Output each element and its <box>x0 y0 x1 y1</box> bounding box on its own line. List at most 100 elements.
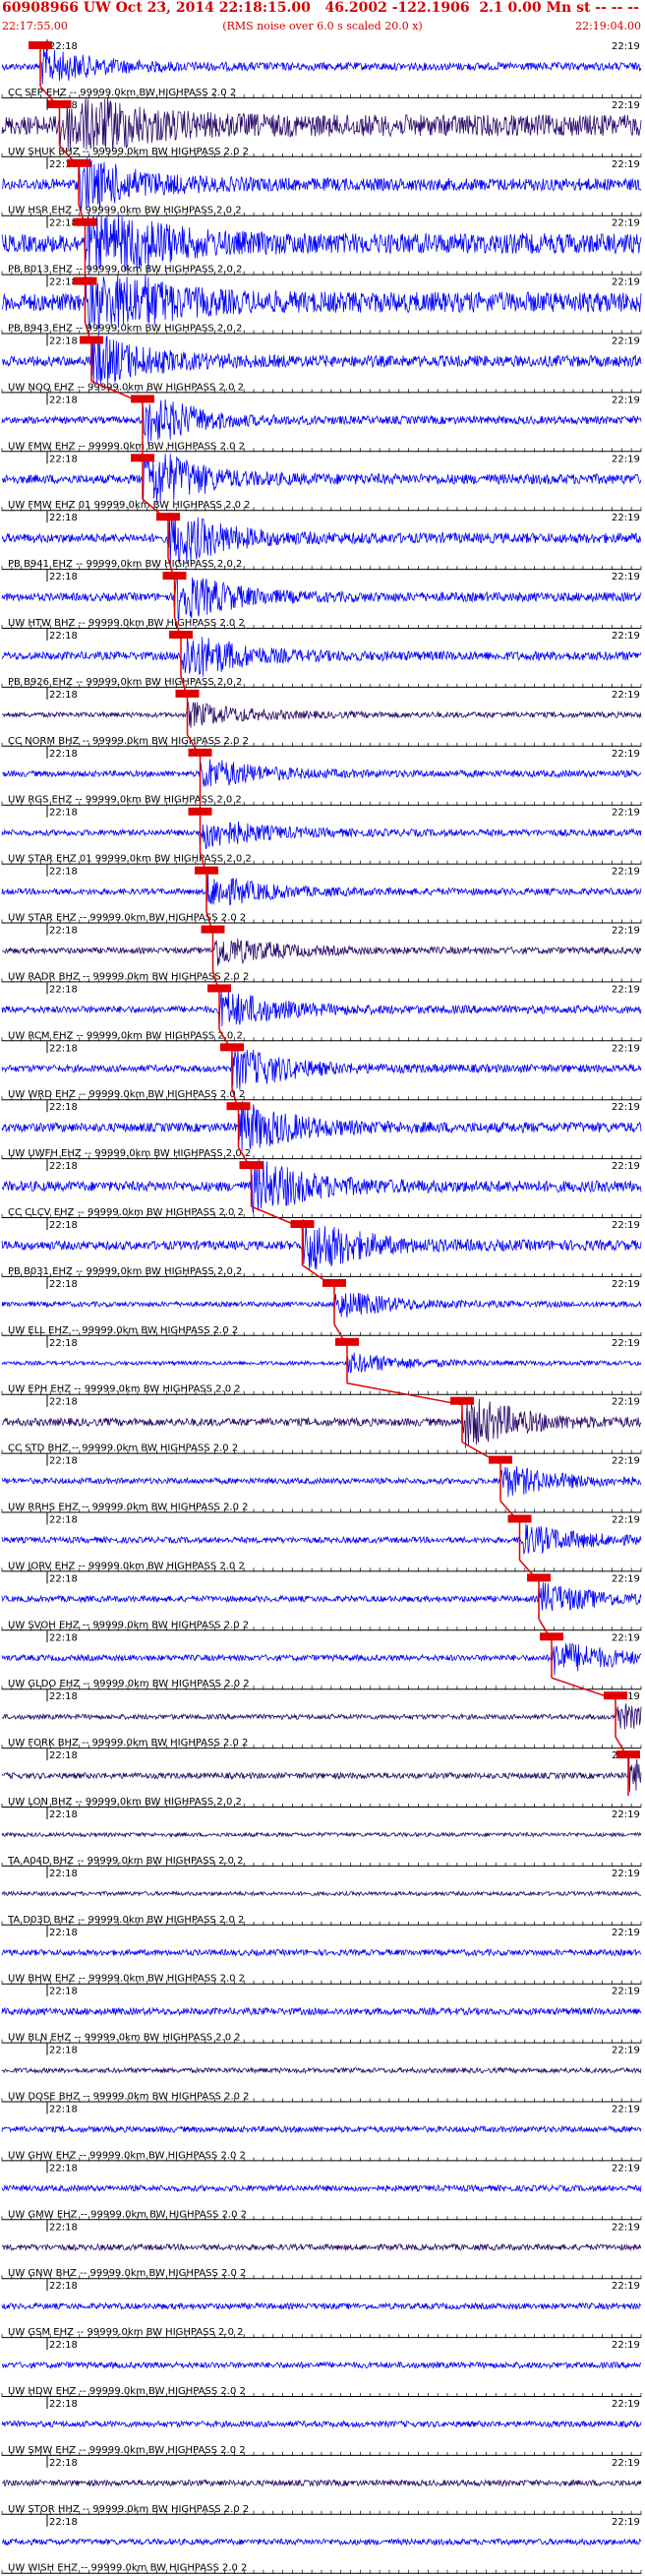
station-label: CC NORM BHZ -- 99999.0km BW HIGHPASS 2.0… <box>8 736 249 747</box>
minute-label: 22:19 <box>612 2340 640 2351</box>
station-label: UW DOSE BHZ -- 99999.0km BW HIGHPASS 2.0… <box>8 2092 250 2103</box>
minute-label: 22:18 <box>49 395 78 405</box>
station-label: UW FMW EHZ 01 99999.0km BW HIGHPASS 2.0 … <box>8 500 251 511</box>
minute-label: 22:18 <box>49 513 78 523</box>
station-label: UW FORK BHZ -- 99999.0km BW HIGHPASS 2.0… <box>8 1738 248 1748</box>
plot-header: 60908966 UW Oct 23, 2014 22:18:15.00 46.… <box>0 0 645 39</box>
minute-label: 22:19 <box>612 2105 640 2116</box>
minute-label: 22:18 <box>49 2340 78 2351</box>
event-title: 60908966 UW Oct 23, 2014 22:18:15.00 46.… <box>2 0 645 16</box>
waveform <box>1 1398 642 1448</box>
station-label: UW RCM EHZ -- 99999.0km BW HIGHPASS 2.0 … <box>8 1030 243 1041</box>
station-label: UW RRHS EHZ -- 99999.0km BW HIGHPASS 2.0… <box>8 1503 249 1513</box>
minute-label: 22:18 <box>49 631 78 642</box>
minute-label: 22:19 <box>612 277 640 288</box>
station-label: UW JORV EHZ -- 99999.0km BW HIGHPASS 2.0… <box>8 1561 245 1571</box>
minute-label: 22:19 <box>612 2222 640 2233</box>
end-time: 22:19:04.00 <box>575 20 641 32</box>
station-label: UW SVOH EHZ -- 99999.0km BW HIGHPASS 2.0… <box>8 1620 249 1630</box>
minute-label: 22:18 <box>49 41 78 52</box>
waveform <box>1 2420 642 2429</box>
minute-label: 22:19 <box>612 631 640 642</box>
waveform <box>1 873 642 906</box>
waveform <box>1 215 642 272</box>
minute-label: 22:19 <box>612 41 640 52</box>
waveform <box>1 2066 642 2075</box>
minute-label: 22:18 <box>49 2046 78 2056</box>
minute-label: 22:19 <box>612 1102 640 1113</box>
waveform <box>1 759 642 787</box>
station-label: UW WISH EHZ -- 99999.0km BW HIGHPASS 2.0… <box>8 2563 247 2574</box>
waveform <box>1 821 642 850</box>
station-label: TA A04D BHZ -- 99999.0km BW HIGHPASS 2.0… <box>7 1856 244 1867</box>
minute-label: 22:18 <box>49 2517 78 2528</box>
minute-label: 22:19 <box>612 926 640 937</box>
waveform <box>1 1101 642 1151</box>
minute-label: 22:18 <box>49 1161 78 1172</box>
waveform <box>1 1466 642 1498</box>
minute-label: 22:18 <box>49 1397 78 1408</box>
station-label: UW EPH EHZ -- 99999.0km BW HIGHPASS 2.0 … <box>8 1384 241 1395</box>
waveform <box>1 157 642 213</box>
minute-label: 22:19 <box>612 1928 640 1938</box>
station-label: UW LON BHZ -- 99999.0km BW HIGHPASS 2.0 … <box>8 1797 242 1808</box>
station-label: UW WRD EHZ -- 99999.0km BW HIGHPASS 2.0 … <box>8 1089 245 1100</box>
minute-label: 22:19 <box>612 1809 640 1820</box>
station-label: TA D03D BHZ -- 99999.0km BW HIGHPASS 2.0… <box>7 1915 244 1926</box>
station-label: UW GMW EHZ -- 99999.0km BW HIGHPASS 2.0 … <box>8 2209 247 2220</box>
waveform <box>1 1159 642 1214</box>
station-label: UW HTW BHZ -- 99999.0km BW HIGHPASS 2.0 … <box>8 618 245 629</box>
station-label: CC CLCV EHZ -- 99999.0km BW HIGHPASS 2.0… <box>8 1207 244 1218</box>
minute-label: 22:19 <box>612 1987 640 1997</box>
minute-label: 22:18 <box>49 808 78 819</box>
station-label: CC STD BHZ -- 99999.0km BW HIGHPASS 2.0 … <box>8 1443 238 1454</box>
minute-label: 22:19 <box>612 1220 640 1231</box>
minute-label: 22:18 <box>49 1750 78 1761</box>
minute-label: 22:18 <box>49 1338 78 1349</box>
station-label: UW GSM EHZ -- 99999.0km BW HIGHPASS 2.0 … <box>8 2327 243 2338</box>
minute-label: 22:19 <box>612 1456 640 1467</box>
minute-label: 22:18 <box>49 1515 78 1526</box>
station-label: UW GLDO EHZ -- 99999.0km BW HIGHPASS 2.0… <box>8 1679 250 1689</box>
station-label: PB B941 EHZ -- 99999.0km BW HIGHPASS 2.0… <box>8 559 242 570</box>
station-label: UW RGS EHZ -- 99999.0km BW HIGHPASS 2.0 … <box>8 795 242 806</box>
waveform <box>1 1756 642 1792</box>
station-label: UW GNW BHZ -- 99999.0km BW HIGHPASS 2.0 … <box>8 2268 246 2279</box>
minute-label: 22:19 <box>612 337 640 347</box>
waveform <box>1 96 642 153</box>
waveform <box>1 274 642 330</box>
waveform <box>1 1889 642 1897</box>
minute-label: 22:19 <box>612 1161 640 1172</box>
station-label: UW STAR EHZ 01 99999.0km BW HIGHPASS 2.0… <box>8 854 252 865</box>
waveform <box>1 1830 642 1838</box>
waveform <box>1 1582 642 1612</box>
minute-label: 22:19 <box>612 1869 640 1879</box>
minute-label: 22:18 <box>49 1573 78 1584</box>
minute-label: 22:18 <box>49 454 78 464</box>
pick-marker <box>527 1573 551 1582</box>
minute-label: 22:18 <box>49 1691 78 1702</box>
minute-label: 22:18 <box>49 1043 78 1054</box>
minute-label: 22:19 <box>612 1632 640 1643</box>
waveform <box>1 2301 642 2311</box>
waveform <box>1 2183 642 2193</box>
minute-label: 22:19 <box>612 513 640 523</box>
station-label: UW SMW EHZ -- 99999.0km BW HIGHPASS 2.0 … <box>8 2445 246 2456</box>
minute-label: 22:18 <box>49 1632 78 1643</box>
waveform <box>1 399 642 445</box>
waveform <box>1 637 642 677</box>
minute-label: 22:18 <box>49 1928 78 1938</box>
pick-marker <box>507 1514 532 1523</box>
minute-label: 22:18 <box>49 984 78 995</box>
waveform <box>1 1219 642 1270</box>
waveform <box>1 2361 642 2370</box>
station-label: UW NOQ EHZ -- 99999.0km BW HIGHPASS 2.0 … <box>8 382 244 393</box>
minute-label: 22:19 <box>612 984 640 995</box>
waveform <box>1 2242 642 2252</box>
minute-label: 22:19 <box>612 100 640 111</box>
waveform <box>1 938 642 966</box>
station-label: UW STOR HHZ -- 99999.0km BW HIGHPASS 2.0… <box>8 2504 249 2515</box>
minute-label: 22:19 <box>612 1279 640 1290</box>
waveform <box>1 454 642 504</box>
minute-label: 22:19 <box>612 867 640 878</box>
